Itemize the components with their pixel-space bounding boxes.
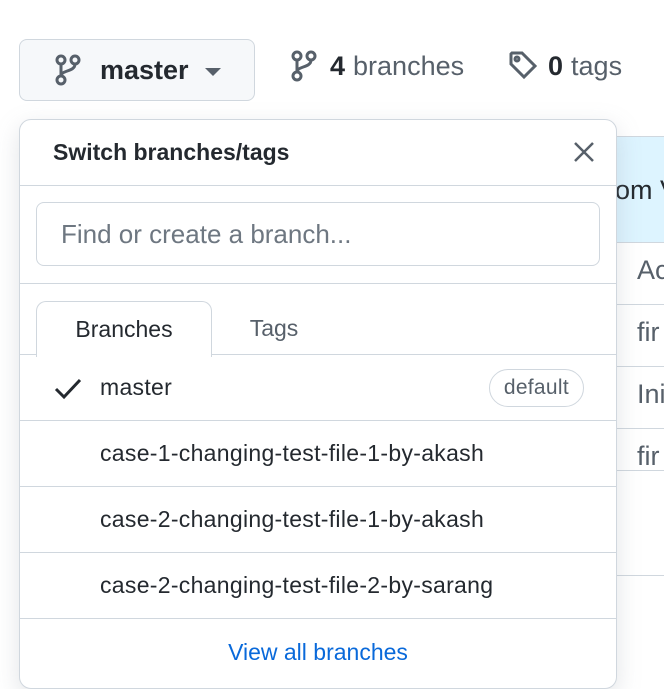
tag-icon <box>508 50 538 82</box>
branch-item[interactable]: case-2-changing-test-file-2-by-sarang <box>20 553 616 619</box>
branch-item[interactable]: case-2-changing-test-file-1-by-akash <box>20 487 616 553</box>
caret-down-icon <box>204 68 221 76</box>
repo-toolbar: master 4 branches 0 tags <box>0 0 664 110</box>
git-branch-icon <box>290 50 320 82</box>
branch-switcher-dropdown: Switch branches/tags Branches Tags maste… <box>19 119 617 689</box>
branch-tag-tabs: Branches Tags <box>20 284 616 357</box>
branch-filter-input[interactable] <box>36 202 600 266</box>
tab-branches[interactable]: Branches <box>36 301 212 357</box>
branches-label: branches <box>353 50 465 81</box>
view-all-branches-link[interactable]: View all branches <box>228 639 408 666</box>
branch-item-label: case-2-changing-test-file-2-by-sarang <box>100 572 494 598</box>
branch-item[interactable]: case-1-changing-test-file-1-by-akash <box>20 421 616 487</box>
git-branch-icon <box>54 54 82 86</box>
tab-tags[interactable]: Tags <box>216 301 332 356</box>
default-badge: default <box>488 369 584 407</box>
tags-count: 0 <box>548 50 564 81</box>
check-icon <box>54 377 82 401</box>
branch-button-label: master <box>100 54 189 85</box>
branches-link[interactable]: 4 branches <box>290 50 464 82</box>
tags-label: tags <box>571 50 623 81</box>
branches-count: 4 <box>330 50 346 81</box>
close-icon[interactable] <box>572 140 596 164</box>
branch-select-button[interactable]: master <box>19 39 255 101</box>
branch-item-label: case-2-changing-test-file-1-by-akash <box>100 506 485 532</box>
tags-link[interactable]: 0 tags <box>508 50 622 82</box>
dropdown-footer: View all branches <box>20 619 616 685</box>
filter-section <box>20 186 616 284</box>
branch-item-label: case-1-changing-test-file-1-by-akash <box>100 440 485 466</box>
branch-item-master[interactable]: master default <box>20 355 616 421</box>
dropdown-header: Switch branches/tags <box>20 120 616 186</box>
branch-item-label: master <box>100 374 173 400</box>
dropdown-title: Switch branches/tags <box>53 139 290 165</box>
